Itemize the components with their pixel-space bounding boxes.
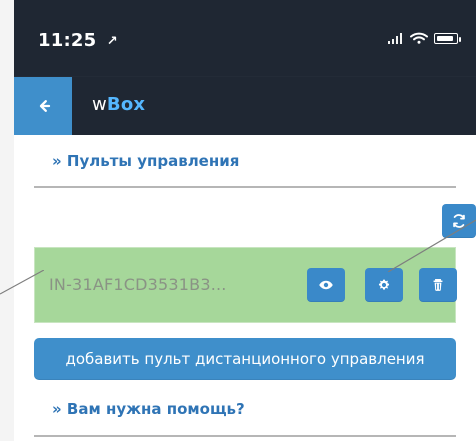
signal-icon	[388, 32, 404, 44]
remote-control-id: IN-31AF1CD3531B3...	[49, 275, 227, 294]
phone-screen: 11:25 ↗ wBox » Пульты управления IN-31AF…	[14, 0, 476, 441]
view-button[interactable]	[307, 268, 345, 302]
add-remote-control-button[interactable]: добавить пульт дистанционного управления	[34, 338, 456, 380]
eye-icon	[318, 279, 334, 291]
settings-button[interactable]	[365, 268, 403, 302]
bottom-divider	[34, 435, 456, 437]
status-bar: 11:25 ↗	[14, 0, 476, 76]
gear-icon	[377, 278, 391, 292]
battery-icon	[434, 32, 461, 44]
back-arrow-icon	[35, 98, 51, 114]
app-title-prefix: w	[92, 94, 107, 115]
trash-icon	[432, 278, 444, 292]
app-title: wBox	[92, 94, 145, 115]
help-link[interactable]: » Вам нужна помощь?	[34, 400, 245, 418]
status-time: 11:25 ↗	[38, 30, 118, 51]
wifi-icon	[410, 32, 428, 44]
status-icons	[388, 32, 461, 44]
remote-control-row[interactable]: IN-31AF1CD3531B3...	[34, 247, 457, 323]
refresh-icon	[451, 213, 467, 229]
time-text: 11:25	[38, 30, 97, 51]
app-title-accent: Box	[106, 94, 146, 115]
back-button[interactable]	[14, 77, 72, 135]
app-header: wBox	[14, 76, 476, 135]
section-divider	[34, 186, 456, 188]
delete-button[interactable]	[419, 268, 457, 302]
remote-controls-link[interactable]: » Пульты управления	[34, 152, 239, 170]
location-arrow-icon: ↗	[106, 34, 118, 49]
refresh-button[interactable]	[442, 204, 476, 238]
